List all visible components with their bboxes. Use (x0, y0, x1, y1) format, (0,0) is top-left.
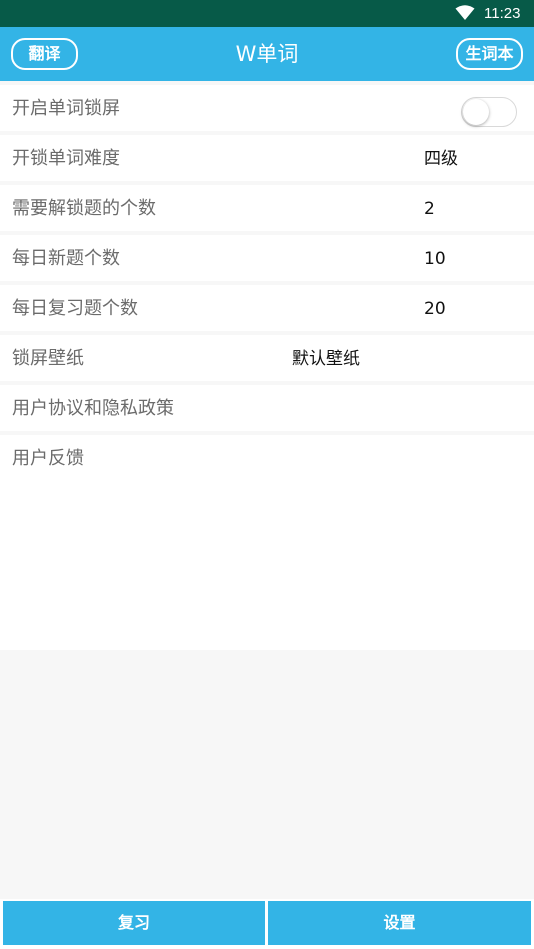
setting-row-daily-review[interactable]: 每日复习题个数 20 (0, 285, 534, 331)
vocabulary-book-button[interactable]: 生词本 (456, 38, 523, 70)
setting-row-wallpaper[interactable]: 锁屏壁纸 默认壁纸 (0, 335, 534, 381)
setting-value: 20 (424, 299, 446, 319)
setting-row-difficulty[interactable]: 开锁单词难度 四级 (0, 135, 534, 181)
setting-row-daily-new[interactable]: 每日新题个数 10 (0, 235, 534, 281)
toggle-knob (463, 99, 489, 125)
tab-settings[interactable]: 设置 (268, 901, 531, 945)
setting-value: 四级 (424, 149, 458, 169)
setting-label: 用户协议和隐私政策 (12, 398, 174, 419)
setting-label: 开启单词锁屏 (12, 98, 120, 119)
setting-value: 10 (424, 249, 446, 269)
setting-label: 用户反馈 (12, 448, 84, 469)
setting-label: 开锁单词难度 (12, 148, 120, 169)
lockscreen-toggle[interactable] (461, 97, 517, 127)
status-bar: 11:23 (0, 0, 534, 27)
tab-review[interactable]: 复习 (3, 901, 265, 945)
setting-row-feedback[interactable]: 用户反馈 (0, 435, 534, 481)
setting-value: 默认壁纸 (292, 349, 360, 369)
setting-label: 需要解锁题的个数 (12, 198, 156, 219)
setting-label: 每日复习题个数 (12, 298, 138, 319)
settings-list: 开启单词锁屏 开锁单词难度 四级 需要解锁题的个数 2 每日新题个数 10 每日… (0, 81, 534, 481)
setting-row-unlock-count[interactable]: 需要解锁题的个数 2 (0, 185, 534, 231)
app-bar: 翻译 W单词 生词本 (0, 27, 534, 81)
bottom-tab-bar: 复习 设置 (0, 899, 534, 949)
wifi-icon (455, 5, 475, 20)
page-title: W单词 (235, 42, 299, 66)
setting-row-lockscreen[interactable]: 开启单词锁屏 (0, 85, 534, 131)
setting-label: 每日新题个数 (12, 248, 120, 269)
setting-value: 2 (424, 199, 435, 219)
setting-label: 锁屏壁纸 (12, 348, 84, 369)
setting-row-privacy-policy[interactable]: 用户协议和隐私政策 (0, 385, 534, 431)
status-time: 11:23 (484, 5, 521, 22)
